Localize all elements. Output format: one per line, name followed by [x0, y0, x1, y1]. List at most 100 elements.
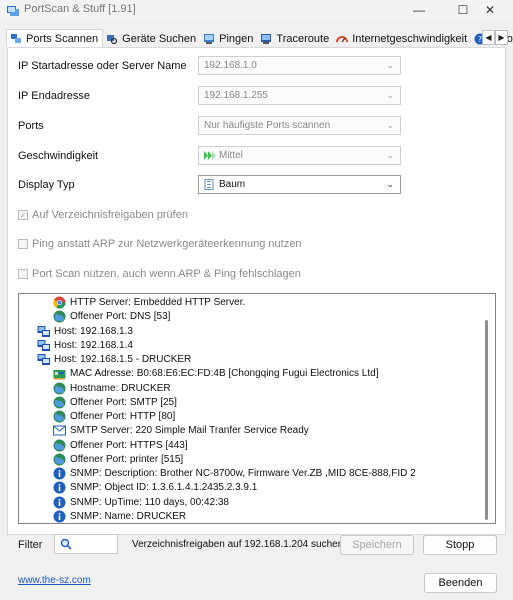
start-address-label: IP Startadresse oder Server Name	[18, 60, 187, 72]
tree-item-text: Host: 192.168.1.3	[54, 325, 133, 337]
info-icon	[53, 510, 66, 523]
tree-item[interactable]: Host: 192.168.1.3	[37, 324, 133, 339]
tab-label: Pingen	[219, 33, 254, 45]
network-card-icon	[53, 370, 66, 380]
display-type-label: Display Typ	[18, 179, 75, 191]
tab-scroll-left-button[interactable]: ◀	[482, 30, 495, 45]
checkmark-icon: ✓	[18, 210, 28, 220]
tree-item[interactable]: SNMP: Description: Brother NC-8700w, Fir…	[53, 466, 416, 481]
tree-item-text: Host: 192.168.1.5 - DRUCKER	[54, 354, 192, 365]
tab-label: Internetgeschwindigkeit	[352, 33, 468, 45]
end-address-combo[interactable]: 192.168.1.255 ⌄	[198, 86, 401, 105]
checkbox-box	[18, 239, 28, 249]
tree-item[interactable]: Offener Port: HTTP [80]	[53, 409, 175, 424]
ping-icon	[204, 34, 215, 44]
host-icon	[37, 325, 50, 337]
ports-combo[interactable]: Nur häufigste Ports scannen ⌄	[198, 116, 401, 135]
tab-geraete-suchen[interactable]: Geräte Suchen	[103, 31, 200, 47]
filter-input[interactable]	[54, 534, 118, 554]
tree-scrollbar[interactable]	[485, 320, 488, 520]
tree-item-text: Offener Port: DNS [53]	[70, 311, 171, 323]
save-button[interactable]: Speichern	[340, 535, 414, 555]
search-icon	[60, 538, 72, 550]
tree-view-icon	[204, 179, 214, 190]
speed-combo[interactable]: Mittel ⌄	[198, 146, 401, 165]
tree-item-text: MAC Adresse: B0:68:E6:EC:FD:4B [Chongqin…	[70, 368, 379, 380]
tab-bar: Ports Scannen Geräte Suchen Pingen Trace…	[6, 29, 513, 47]
shares-checkbox-label: Auf Verzeichnisfreigaben prüfen	[32, 209, 188, 221]
tree-item-text: Host: 192.168.1.4	[54, 339, 133, 351]
tab-scroll-right-button[interactable]: ▶	[495, 30, 508, 45]
portscan-checkbox[interactable]: Port Scan nutzen, auch wenn ARP & Ping f…	[18, 268, 301, 280]
globe-icon	[53, 310, 66, 323]
display-type-combo[interactable]: Baum ⌄	[198, 175, 401, 194]
chevron-down-icon: ⌄	[386, 60, 394, 70]
tree-item[interactable]: SMTP Server: 220 Simple Mail Tranfer Ser…	[53, 423, 309, 438]
tab-label: Geräte Suchen	[122, 33, 197, 45]
globe-icon	[53, 453, 66, 466]
tree-item[interactable]: SNMP: Object ID: 1.3.6.1.4.1.2435.2.3.9.…	[53, 480, 257, 495]
mail-server-icon	[53, 425, 66, 436]
tab-label: Ports Scannen	[26, 32, 99, 45]
window-title: PortScan & Stuff [1.91]	[24, 3, 136, 15]
tree-item-text: Hostname: DRUCKER	[70, 382, 171, 394]
results-tree[interactable]: HTTP Server: Embedded HTTP Server. Offene…	[18, 293, 496, 524]
tree-item[interactable]: Offener Port: DNS [53]	[53, 309, 170, 324]
info-icon	[53, 496, 66, 508]
start-address-value: 192.168.1.0	[204, 60, 257, 71]
end-address-label: IP Endadresse	[18, 90, 90, 102]
ping-checkbox[interactable]: Ping anstatt ARP zur Netzwerkgeräteerken…	[18, 238, 301, 250]
host-icon	[37, 354, 50, 365]
tree-item-text: SNMP: Object ID: 1.3.6.1.4.1.2435.2.3.9.…	[70, 482, 258, 494]
tree-item-text: Offener Port: SMTP [25]	[70, 396, 177, 408]
speed-label: Geschwindigkeit	[18, 150, 99, 162]
globe-icon	[53, 410, 66, 423]
ping-checkbox-label: Ping anstatt ARP zur Netzwerkgeräteerken…	[32, 238, 302, 250]
tree-item[interactable]: Host: 192.168.1.5 - DRUCKER	[37, 352, 191, 367]
tree-item[interactable]: Offener Port: printer [515]	[53, 452, 183, 467]
tree-item-text: HTTP Server: Embedded HTTP Server.	[70, 297, 246, 308]
tree-item-text: Offener Port: HTTP [80]	[70, 411, 176, 422]
tab-pingen[interactable]: Pingen	[200, 31, 257, 47]
portscan-checkbox-label: Port Scan nutzen, auch wenn ARP & Ping f…	[32, 268, 301, 280]
tree-item-text: SMTP Server: 220 Simple Mail Tranfer Ser…	[70, 425, 309, 437]
tree-item[interactable]: SNMP: UpTime: 110 days, 00:42:38	[53, 495, 229, 510]
ports-value: Nur häufigste Ports scannen	[204, 120, 331, 131]
tree-item[interactable]: Offener Port: HTTPS [443]	[53, 438, 188, 453]
chrome-icon	[53, 296, 66, 309]
tree-item[interactable]: Offener Port: SMTP [25]	[53, 395, 177, 410]
tree-item-text: SNMP: Name: DRUCKER	[70, 510, 187, 522]
stop-button[interactable]: Stopp	[423, 535, 497, 555]
chevron-left-icon: ◀	[485, 33, 492, 42]
tree-item-text: SNMP: UpTime: 110 days, 00:42:38	[70, 496, 229, 508]
minimize-button[interactable]: —	[396, 0, 442, 20]
tab-internetgeschwindigkeit[interactable]: Internetgeschwindigkeit	[333, 31, 471, 47]
tab-ports-scannen[interactable]: Ports Scannen	[6, 29, 104, 47]
checkbox-box	[18, 269, 28, 279]
speed-arrows-icon	[204, 151, 216, 160]
speedometer-icon	[336, 36, 349, 43]
chevron-down-icon: ⌄	[386, 120, 394, 130]
tree-item-text: Offener Port: HTTPS [443]	[70, 439, 188, 451]
exit-button[interactable]: Beenden	[424, 573, 497, 593]
search-icon	[107, 35, 118, 45]
globe-icon	[53, 382, 66, 394]
tree-item-text: Offener Port: printer [515]	[70, 453, 184, 465]
tree-item[interactable]: Host: 192.168.1.4	[37, 338, 133, 353]
host-icon	[37, 339, 50, 351]
network-icon	[11, 33, 21, 43]
shares-checkbox[interactable]: ✓ Auf Verzeichnisfreigaben prüfen	[18, 209, 188, 221]
info-icon	[53, 481, 66, 494]
tab-traceroute[interactable]: Traceroute	[257, 31, 333, 47]
tree-item[interactable]: Hostname: DRUCKER	[53, 381, 171, 396]
start-address-combo[interactable]: 192.168.1.0 ⌄	[198, 56, 401, 75]
tree-item[interactable]: SNMP: Name: DRUCKER	[53, 509, 187, 523]
tree-item[interactable]: MAC Adresse: B0:68:E6:EC:FD:4B [Chongqin…	[53, 366, 379, 381]
website-link[interactable]: www.the-sz.com	[18, 575, 91, 586]
speed-value: Mittel	[219, 150, 243, 161]
globe-icon	[53, 439, 66, 451]
display-type-value: Baum	[219, 179, 246, 190]
tree-item[interactable]: HTTP Server: Embedded HTTP Server.	[53, 295, 245, 310]
close-button[interactable]: ✕	[467, 0, 513, 20]
app-icon	[7, 6, 19, 16]
